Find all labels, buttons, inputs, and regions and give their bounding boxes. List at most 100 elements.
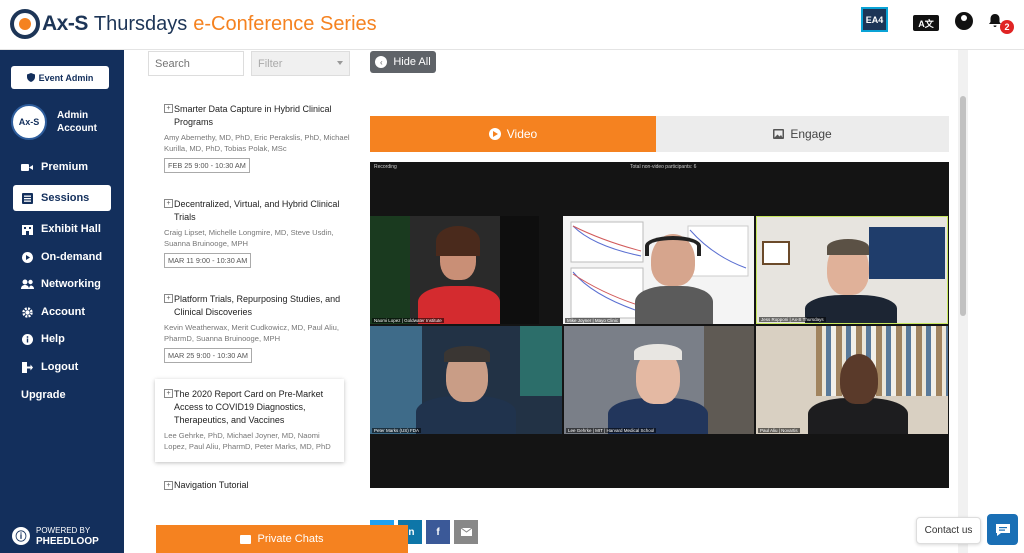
sidebar-item-label: On-demand [41,251,103,263]
participant-tile[interactable]: Jess Ropponi | Ax-S Thursdays [756,216,948,324]
view-label: Total non-video participants: 6 [630,164,697,170]
accessibility-icon[interactable] [955,12,973,30]
participant-name: Lee Gehrke | MIT | Harvard Medical Schoo… [566,428,657,433]
sidebar-item-label: Help [41,333,65,345]
users-icon [20,279,34,289]
sidebar: Event Admin Ax-S Admin Account Premium S… [0,50,124,553]
tab-engage[interactable]: Engage [656,116,949,152]
shield-icon [26,73,35,82]
logo-series: e-Conference Series [193,12,377,35]
event-admin-button[interactable]: Event Admin [11,66,109,89]
sidebar-item-on-demand[interactable]: On-demand [13,244,111,270]
ea4-badge[interactable]: EA4 [861,7,888,32]
logo-mark [10,9,40,39]
top-bar: Ax-S Thursdays e-Conference Series EA4 A… [0,0,1024,50]
search-input[interactable] [148,51,244,76]
session-item[interactable]: Decentralized, Virtual, and Hybrid Clini… [164,198,354,268]
logout-icon [20,361,34,373]
powered-by-label: POWERED BY [36,526,91,535]
recording-label: Recording [374,164,397,170]
participant-tile[interactable]: Peter Marks (US) FDA [370,326,562,434]
envelope-icon [460,528,472,536]
pheedloop-label: PHEEDLOOP [36,536,99,547]
session-date: MAR 11 9:00 - 10:30 AM [164,253,252,268]
powered-by[interactable]: ⓘ POWERED BY PHEEDLOOP [12,525,99,547]
facebook-share-button[interactable]: f [426,520,450,544]
session-speakers: Amy Abernethy, MD, PhD, Eric Perakslis, … [164,133,350,153]
session-date: MAR 25 9:00 - 10:30 AM [164,348,252,363]
chevron-down-icon [337,61,343,65]
sidebar-item-logout[interactable]: Logout [13,354,111,380]
participant-name: Peter Marks (US) FDA [372,428,422,433]
sidebar-item-account[interactable]: Account [13,299,111,325]
sidebar-item-label: Networking [41,278,101,290]
sidebar-item-sessions[interactable]: Sessions [13,185,111,211]
event-admin-label: Event Admin [38,72,94,83]
participant-tile[interactable]: Lee Gehrke | MIT | Harvard Medical Schoo… [564,326,754,434]
sidebar-item-help[interactable]: Help [13,326,111,352]
session-date: FEB 25 9:00 - 10:30 AM [164,158,250,173]
participant-name: Naomi Lopez | Goldwater Institute [372,318,444,323]
video-player[interactable]: Recording Total non-video participants: … [370,162,949,488]
list-icon [20,192,34,204]
pheedloop-logo-icon: ⓘ [12,527,30,545]
session-item[interactable]: Smarter Data Capture in Hybrid Clinical … [164,103,354,173]
info-icon [20,333,34,345]
private-chats-label: Private Chats [257,533,324,545]
sidebar-item-networking[interactable]: Networking [13,271,111,297]
session-title[interactable]: The 2020 Report Card on Pre-Market Acces… [164,388,344,427]
gear-icon [20,306,34,318]
session-item-active[interactable]: The 2020 Report Card on Pre-Market Acces… [155,379,344,462]
session-speakers: Lee Gehrke, PhD, Michael Joyner, MD, Nao… [164,431,331,451]
video-top-bar: Recording Total non-video participants: … [370,162,949,172]
admin-account[interactable]: Ax-S Admin Account [11,102,121,142]
email-share-button[interactable] [454,520,478,544]
filter-select[interactable]: Filter [251,51,350,76]
chevron-left-icon: ‹ [375,56,388,68]
facebook-icon: f [436,526,440,538]
notification-badge: 2 [1000,20,1014,34]
session-speakers: Kevin Weatherwax, Merit Cudkowicz, MD, P… [164,323,340,343]
hide-all-button[interactable]: ‹ Hide All [370,51,436,73]
logo[interactable]: Ax-S Thursdays e-Conference Series [10,9,377,39]
session-speakers: Craig Lipset, Michelle Longmire, MD, Ste… [164,228,334,248]
sidebar-item-label: Account [41,306,85,318]
sidebar-item-upgrade[interactable]: Upgrade [13,382,111,408]
session-item[interactable]: Platform Trials, Repurposing Studies, an… [164,293,354,363]
sidebar-item-label: Sessions [41,192,90,204]
contact-us-button[interactable]: Contact us [916,517,981,544]
sidebar-item-label: Premium [41,161,89,173]
logo-ax: Ax-S [42,12,88,35]
sidebar-item-label: Logout [41,361,79,373]
private-chats-button[interactable]: Private Chats [156,525,408,553]
participant-tile[interactable]: Naomi Lopez | Goldwater Institute [370,216,539,324]
session-title[interactable]: Decentralized, Virtual, and Hybrid Clini… [164,198,354,224]
sidebar-item-label: Upgrade [21,389,66,401]
video-icon [20,163,34,172]
participant-tile[interactable]: Mike Joyner | Mayo Clinic [563,216,754,324]
avatar: Ax-S [11,104,47,140]
building-icon [20,224,34,235]
chat-icon [240,534,252,544]
sidebar-item-premium[interactable]: Premium [13,154,111,180]
translate-icon[interactable]: A文 [913,15,939,31]
tab-video-label: Video [506,127,538,141]
participant-name: Paul Aliu | Novartis [758,428,800,433]
tab-video[interactable]: Video [370,116,656,152]
session-title[interactable]: Smarter Data Capture in Hybrid Clinical … [164,103,354,129]
participant-name: Jess Ropponi | Ax-S Thursdays [759,317,826,322]
participant-tile[interactable]: Paul Aliu | Novartis [756,326,948,434]
sidebar-item-exhibit-hall[interactable]: Exhibit Hall [13,216,111,242]
scrollbar-thumb[interactable] [960,96,966,316]
chat-bubble-icon [995,523,1010,536]
admin-name: Admin Account [57,110,97,134]
play-circle-icon [488,128,501,140]
participant-name: Mike Joyner | Mayo Clinic [565,318,621,323]
logo-thursdays: Thursdays [93,12,188,35]
hide-all-label: Hide All [393,56,431,68]
chat-widget-button[interactable] [987,514,1018,545]
sidebar-item-label: Exhibit Hall [41,223,101,235]
session-title[interactable]: Platform Trials, Repurposing Studies, an… [164,293,354,319]
image-icon [773,129,785,139]
navigation-tutorial[interactable]: Navigation Tutorial [164,480,249,490]
